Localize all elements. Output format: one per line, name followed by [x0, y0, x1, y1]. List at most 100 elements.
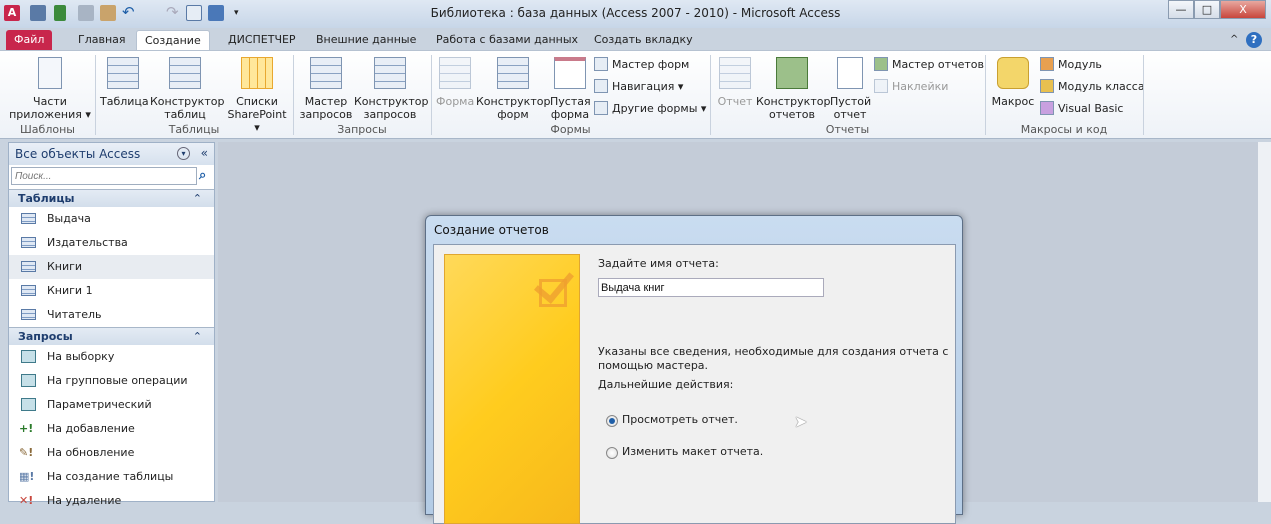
- other-forms-label: Другие формы: [612, 102, 698, 115]
- query-design-button[interactable]: Конструктор запросов: [354, 57, 429, 121]
- navigation-button[interactable]: Навигация ▾: [594, 78, 683, 96]
- search-icon[interactable]: ⌕: [199, 168, 206, 183]
- form-wizard-icon: [594, 57, 608, 71]
- nav-item-table[interactable]: Читатель: [9, 303, 214, 327]
- radio-button[interactable]: [606, 447, 618, 459]
- report-button[interactable]: Отчет: [716, 57, 754, 108]
- nav-item-table[interactable]: Книги 1: [9, 279, 214, 303]
- vertical-scrollbar[interactable]: [1258, 142, 1271, 502]
- nav-item-query[interactable]: +! На добавление: [9, 417, 214, 441]
- help-icon[interactable]: ?: [1246, 32, 1262, 48]
- dialog-body: Задайте имя отчета: Указаны все сведения…: [433, 244, 956, 524]
- nav-item-query[interactable]: ✕! На удаление: [9, 489, 214, 513]
- class-module-icon: [1040, 79, 1054, 93]
- visual-basic-button[interactable]: Visual Basic: [1040, 100, 1123, 118]
- report-wizard-button[interactable]: Мастер отчетов: [874, 56, 984, 74]
- form-design-label: Конструктор форм: [476, 95, 551, 121]
- table-icon: [21, 285, 36, 296]
- table-button[interactable]: Таблица: [100, 57, 149, 108]
- other-forms-button[interactable]: Другие формы ▾: [594, 100, 706, 118]
- sharepoint-label: Списки SharePoint: [227, 95, 287, 121]
- other-forms-icon: [594, 101, 608, 115]
- maximize-button[interactable]: □: [1194, 0, 1220, 19]
- report-design-button[interactable]: Конструктор отчетов: [756, 57, 830, 121]
- ribbon: Части приложения ▾ Шаблоны Таблица Конст…: [0, 50, 1271, 139]
- module-button[interactable]: Модуль: [1040, 56, 1102, 74]
- wizard-illustration: [444, 254, 580, 524]
- class-module-button[interactable]: Модуль класса: [1040, 78, 1145, 96]
- delete-query-icon: ✕!: [19, 494, 34, 507]
- form-design-icon: [497, 57, 529, 89]
- report-wizard-icon: [874, 57, 888, 71]
- search-input[interactable]: [11, 167, 197, 185]
- group-label: Таблицы: [18, 192, 75, 205]
- nav-item-table[interactable]: Книги: [9, 255, 214, 279]
- form-wizard-button[interactable]: Мастер форм: [594, 56, 689, 74]
- table-design-button[interactable]: Конструктор таблиц: [150, 57, 224, 121]
- tab-database-tools[interactable]: Работа с базами данных: [428, 30, 586, 50]
- table-design-icon: [169, 57, 201, 89]
- nav-menu-dropdown-icon[interactable]: ▾: [177, 147, 190, 160]
- macro-button[interactable]: Макрос: [990, 57, 1036, 108]
- report-name-input[interactable]: [598, 278, 824, 297]
- close-button[interactable]: X: [1220, 0, 1266, 19]
- blank-form-icon: [554, 57, 586, 89]
- collapse-group-icon[interactable]: ⌃: [193, 192, 202, 205]
- tab-file[interactable]: Файл: [6, 30, 53, 50]
- tab-new-tab[interactable]: Создать вкладку: [586, 30, 701, 50]
- select-query-icon: [21, 350, 36, 363]
- app-parts-label: Части приложения: [9, 95, 82, 121]
- collapse-group-icon[interactable]: ⌃: [193, 330, 202, 343]
- table-icon: [21, 261, 36, 272]
- nav-item-query[interactable]: Параметрический: [9, 393, 214, 417]
- append-query-icon: +!: [19, 422, 34, 435]
- navigation-pane: Все объекты Access ▾ « ⌕ Таблицы ⌃ Выдача…: [8, 142, 215, 507]
- app-parts-button[interactable]: Части приложения ▾: [8, 57, 92, 121]
- blank-report-label: Пустой отчет: [830, 95, 872, 121]
- collapse-ribbon-icon[interactable]: ^: [1222, 30, 1246, 50]
- title-bar: A ↶ ↷ ▾ Библиотека : база данных (Access…: [0, 0, 1271, 28]
- labels-button[interactable]: Наклейки: [874, 78, 948, 96]
- collapse-nav-icon[interactable]: «: [201, 146, 208, 160]
- module-label: Модуль: [1058, 58, 1102, 71]
- nav-item-query[interactable]: На выборку: [9, 345, 214, 369]
- report-wizard-dialog: Создание отчетов Задайте имя отчета: Ука…: [425, 215, 963, 524]
- tab-dispatcher[interactable]: ДИСПЕТЧЕР: [220, 30, 304, 50]
- macro-scroll-icon: [997, 57, 1029, 89]
- form-button[interactable]: Форма: [436, 57, 474, 108]
- nav-item-query[interactable]: ▦! На создание таблицы: [9, 465, 214, 489]
- app-parts-icon: [38, 57, 62, 89]
- nav-item-query[interactable]: На групповые операции: [9, 369, 214, 393]
- minimize-button[interactable]: —: [1168, 0, 1194, 19]
- query-design-label: Конструктор запросов: [354, 95, 429, 121]
- separator: [1143, 55, 1144, 135]
- nav-header[interactable]: Все объекты Access ▾ «: [9, 143, 214, 165]
- form-wizard-label: Мастер форм: [612, 58, 690, 71]
- item-label: На создание таблицы: [47, 470, 174, 483]
- radio-button[interactable]: [606, 415, 618, 427]
- nav-group-tables[interactable]: Таблицы ⌃: [9, 189, 214, 207]
- item-label: Параметрический: [47, 398, 152, 411]
- query-wizard-label: Мастер запросов: [299, 95, 353, 121]
- tab-create[interactable]: Создание: [136, 30, 210, 50]
- navigation-label: Навигация: [612, 80, 675, 93]
- blank-report-button[interactable]: Пустой отчет: [830, 57, 872, 121]
- nav-item-query[interactable]: ✎! На обновление: [9, 441, 214, 465]
- mouse-cursor-icon: ➤: [794, 412, 808, 431]
- tab-home[interactable]: Главная: [70, 30, 134, 50]
- nav-group-queries[interactable]: Запросы ⌃: [9, 327, 214, 345]
- blank-form-button[interactable]: Пустая форма: [550, 57, 591, 121]
- info-text: Указаны все сведения, необходимые для со…: [598, 345, 949, 372]
- tab-external-data[interactable]: Внешние данные: [308, 30, 424, 50]
- query-wizard-button[interactable]: Мастер запросов: [298, 57, 354, 121]
- dialog-title: Создание отчетов: [434, 223, 549, 237]
- window-title: Библиотека : база данных (Access 2007 - …: [430, 6, 841, 20]
- nav-item-table[interactable]: Выдача: [9, 207, 214, 231]
- table-design-label: Конструктор таблиц: [150, 95, 225, 121]
- report-icon: [719, 57, 751, 89]
- nav-item-table[interactable]: Издательства: [9, 231, 214, 255]
- ribbon-tabs: Файл Главная Создание ДИСПЕТЧЕР Внешние …: [0, 28, 1271, 50]
- report-name-label: Задайте имя отчета:: [598, 257, 719, 270]
- item-label: На удаление: [47, 494, 122, 507]
- form-design-button[interactable]: Конструктор форм: [476, 57, 550, 121]
